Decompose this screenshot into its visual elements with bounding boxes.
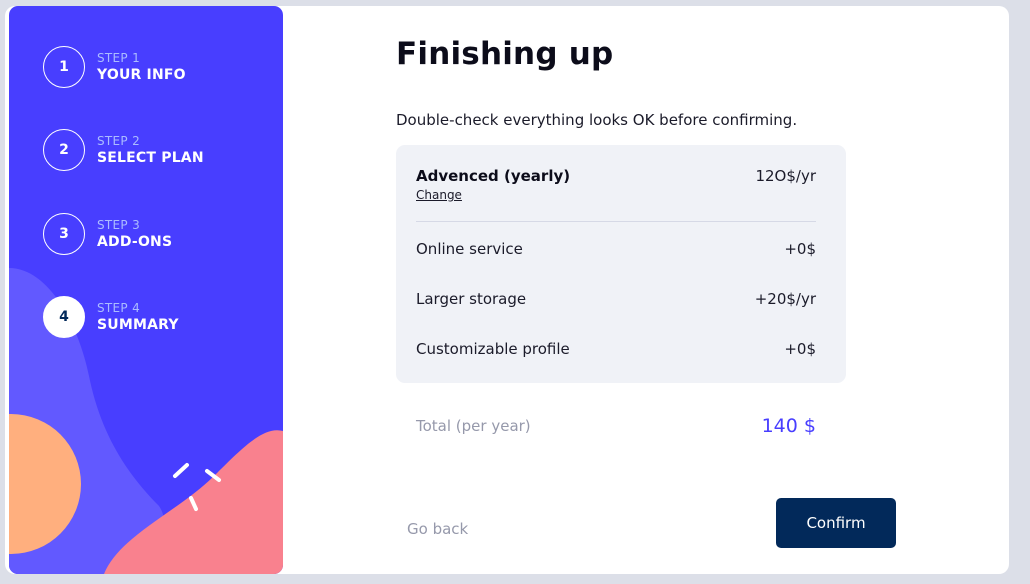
step-label: STEP 3	[97, 217, 141, 232]
change-plan-link[interactable]: Change	[416, 188, 462, 202]
addon-name: Customizable profile	[416, 340, 570, 358]
page-title: Finishing up	[396, 36, 614, 72]
step-label: STEP 2	[97, 133, 141, 148]
step-number: 3	[43, 213, 85, 255]
addon-row: Customizable profile +0$	[416, 340, 816, 358]
plan-price: 12O$/yr	[755, 167, 816, 185]
step-title: YOUR INFO	[97, 66, 186, 83]
confirm-button[interactable]: Confirm	[776, 498, 896, 548]
form-card: 1 STEP 1 YOUR INFO 2 STEP 2 SELECT PLAN …	[5, 6, 1009, 574]
step-select-plan: 2 STEP 2 SELECT PLAN	[43, 129, 263, 171]
total-value: 140 $	[761, 415, 816, 437]
step-number: 2	[43, 129, 85, 171]
summary-divider	[416, 221, 816, 222]
step-your-info: 1 STEP 1 YOUR INFO	[43, 46, 263, 88]
step-label: STEP 1	[97, 50, 141, 65]
addon-row: Online service +0$	[416, 240, 816, 258]
step-number: 1	[43, 46, 85, 88]
step-add-ons: 3 STEP 3 ADD-ONS	[43, 213, 263, 255]
sparkle-line	[173, 463, 189, 478]
sidebar-decoration	[9, 268, 283, 574]
summary-panel: Finishing up Double-check everything loo…	[396, 6, 856, 574]
total-label: Total (per year)	[416, 417, 531, 435]
addon-row: Larger storage +20$/yr	[416, 290, 816, 308]
page-subtitle: Double-check everything looks OK before …	[396, 111, 798, 129]
step-title: SELECT PLAN	[97, 149, 204, 166]
step-summary: 4 STEP 4 SUMMARY	[43, 296, 263, 338]
step-title: ADD-ONS	[97, 233, 173, 250]
addon-price: +0$	[784, 240, 816, 258]
order-summary-box: Advenced (yearly) Change 12O$/yr Online …	[396, 145, 846, 383]
plan-name: Advenced (yearly)	[416, 167, 571, 185]
addon-name: Larger storage	[416, 290, 527, 308]
addon-name: Online service	[416, 240, 523, 258]
step-number: 4	[43, 296, 85, 338]
addon-price: +20$/yr	[754, 290, 816, 308]
addon-price: +0$	[784, 340, 816, 358]
total-row: Total (per year) 140 $	[416, 415, 816, 437]
step-title: SUMMARY	[97, 316, 179, 333]
sidebar: 1 STEP 1 YOUR INFO 2 STEP 2 SELECT PLAN …	[9, 6, 283, 574]
go-back-link[interactable]: Go back	[407, 520, 468, 538]
step-label: STEP 4	[97, 300, 141, 315]
